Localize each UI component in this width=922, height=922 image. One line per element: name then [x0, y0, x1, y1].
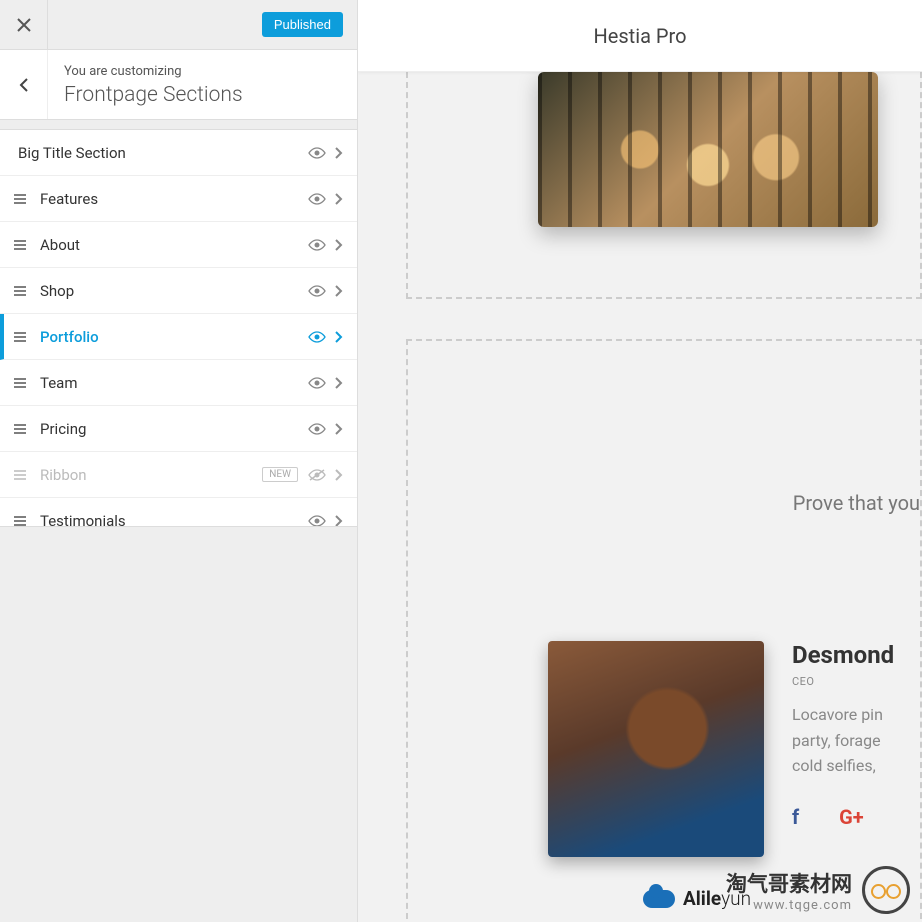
drag-handle-icon[interactable] — [14, 470, 40, 480]
section-label: Testimonials — [40, 512, 308, 526]
facebook-icon[interactable]: f — [792, 805, 799, 829]
section-subtitle: Prove that you — [793, 491, 920, 515]
visibility-toggle-icon[interactable] — [308, 469, 326, 481]
visibility-toggle-icon[interactable] — [308, 193, 326, 205]
chevron-right-icon — [334, 284, 343, 298]
drag-handle-icon[interactable] — [14, 424, 40, 434]
testimonial-role: CEO — [792, 675, 912, 688]
glasses-icon — [862, 866, 910, 914]
drag-handle-icon[interactable] — [14, 240, 40, 250]
drag-handle-icon[interactable] — [14, 378, 40, 388]
chevron-right-icon — [334, 238, 343, 252]
portfolio-section-outline[interactable] — [406, 72, 922, 299]
section-label: Pricing — [40, 420, 308, 438]
google-plus-icon[interactable]: G+ — [839, 805, 864, 829]
top-bar: Published — [0, 0, 357, 50]
back-button[interactable] — [0, 50, 48, 119]
close-button[interactable] — [0, 0, 48, 50]
watermark-tqge: 淘气哥素材网 www.tqge.com — [726, 866, 910, 914]
chevron-right-icon — [334, 468, 343, 482]
testimonial-item: Desmond CEO Locavore pin party, forage c… — [548, 641, 912, 857]
testimonials-section-outline[interactable]: Prove that you Desmond CEO Locavore pin … — [406, 339, 922, 919]
drag-handle-icon[interactable] — [14, 332, 40, 342]
customizing-label: You are customizing — [64, 64, 341, 79]
section-label: Ribbon — [40, 466, 262, 484]
testimonial-name: Desmond — [792, 641, 912, 669]
section-item-testimonials[interactable]: Testimonials — [0, 498, 357, 526]
section-label: Big Title Section — [18, 144, 308, 162]
sidebar-footer — [0, 526, 357, 922]
visibility-toggle-icon[interactable] — [308, 423, 326, 435]
section-label: Shop — [40, 282, 308, 300]
drag-handle-icon[interactable] — [14, 516, 40, 526]
section-label: Team — [40, 374, 308, 392]
visibility-toggle-icon[interactable] — [308, 515, 326, 526]
customizer-sidebar: Published You are customizing Frontpage … — [0, 0, 358, 922]
section-list: Big Title Section Features About Shop Portfo… — [0, 130, 357, 526]
visibility-toggle-icon[interactable] — [308, 377, 326, 389]
social-icons: f G+ — [792, 805, 912, 829]
chevron-right-icon — [334, 146, 343, 160]
portfolio-card-image — [538, 72, 878, 227]
preview-pane: Hestia Pro Prove that you Desmond CEO Lo… — [358, 0, 922, 922]
panel-title: Frontpage Sections — [64, 83, 341, 107]
section-label: Features — [40, 190, 308, 208]
drag-handle-icon[interactable] — [14, 286, 40, 296]
section-item-big-title-section[interactable]: Big Title Section — [0, 130, 357, 176]
chevron-right-icon — [334, 192, 343, 206]
divider — [0, 120, 357, 130]
new-badge: NEW — [262, 467, 298, 482]
chevron-right-icon — [334, 422, 343, 436]
visibility-toggle-icon[interactable] — [308, 147, 326, 159]
published-button[interactable]: Published — [262, 12, 343, 37]
section-item-ribbon[interactable]: RibbonNEW — [0, 452, 357, 498]
section-item-shop[interactable]: Shop — [0, 268, 357, 314]
section-item-team[interactable]: Team — [0, 360, 357, 406]
drag-handle-icon[interactable] — [14, 194, 40, 204]
section-item-pricing[interactable]: Pricing — [0, 406, 357, 452]
section-item-portfolio[interactable]: Portfolio — [0, 314, 357, 360]
section-item-features[interactable]: Features — [0, 176, 357, 222]
cloud-icon — [643, 890, 675, 908]
section-item-about[interactable]: About — [0, 222, 357, 268]
chevron-right-icon — [334, 330, 343, 344]
visibility-toggle-icon[interactable] — [308, 239, 326, 251]
watermark-url: www.tqge.com — [726, 898, 852, 913]
chevron-right-icon — [334, 514, 343, 526]
testimonial-avatar — [548, 641, 764, 857]
chevron-right-icon — [334, 376, 343, 390]
visibility-toggle-icon[interactable] — [308, 285, 326, 297]
section-label: About — [40, 236, 308, 254]
header-row: You are customizing Frontpage Sections — [0, 50, 357, 120]
watermark-cn: 淘气哥素材网 — [726, 868, 852, 898]
section-label: Portfolio — [40, 328, 308, 346]
visibility-toggle-icon[interactable] — [308, 331, 326, 343]
site-title: Hestia Pro — [358, 0, 922, 72]
testimonial-description: Locavore pin party, forage cold selfies, — [792, 702, 912, 779]
